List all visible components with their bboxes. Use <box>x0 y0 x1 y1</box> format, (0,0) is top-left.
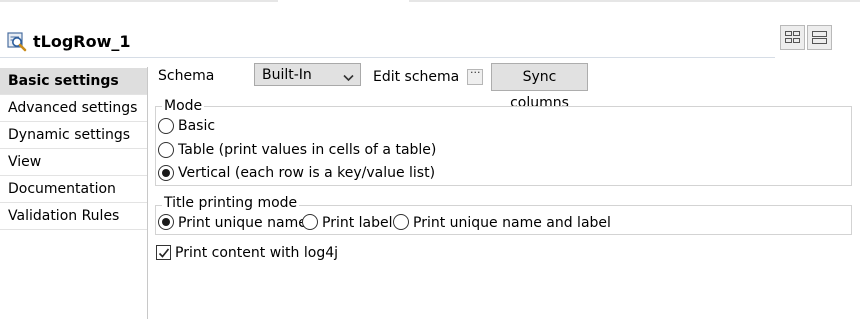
print-label-radio[interactable] <box>302 214 318 230</box>
sidebar-item-advanced-settings[interactable]: Advanced settings <box>0 95 147 122</box>
mode-table-label: Table (print values in cells of a table) <box>178 142 437 158</box>
print-label-label: Print label <box>322 215 393 231</box>
top-tab-strip <box>0 0 860 2</box>
radio-selected-dot <box>162 169 170 177</box>
mode-basic-label: Basic <box>178 118 216 134</box>
sidebar-item-dynamic-settings[interactable]: Dynamic settings <box>0 122 147 149</box>
checkmark-icon <box>158 248 170 258</box>
component-header: tLogRow_1 <box>0 28 775 58</box>
schema-select-value: Built-In <box>262 67 312 83</box>
edit-schema-label: Edit schema <box>373 69 460 85</box>
schema-label: Schema <box>158 68 215 84</box>
stack-layout-button[interactable] <box>807 25 832 50</box>
log-row-icon <box>6 31 28 53</box>
ellipsis-icon: ... <box>470 63 481 76</box>
print-unique-name-label: Print unique name <box>178 215 307 231</box>
mode-vertical-label: Vertical (each row is a key/value list) <box>178 165 436 181</box>
mode-table-radio[interactable] <box>158 142 174 158</box>
active-tab-gap <box>278 0 409 2</box>
print-unique-name-and-label-label: Print unique name and label <box>413 215 611 231</box>
sync-columns-button[interactable]: Sync columns <box>491 63 588 111</box>
stack-layout-icon <box>812 31 827 44</box>
print-unique-name-radio[interactable] <box>158 214 174 230</box>
schema-select[interactable]: Built-In <box>254 63 361 86</box>
sidebar-item-view[interactable]: View <box>0 149 147 176</box>
sidebar-item-validation-rules[interactable]: Validation Rules <box>0 203 147 230</box>
sidebar-item-basic-settings[interactable]: Basic settings <box>0 68 147 95</box>
log4j-checkbox[interactable] <box>156 245 171 260</box>
settings-sidebar: Basic settings Advanced settings Dynamic… <box>0 67 148 319</box>
component-title: tLogRow_1 <box>33 32 131 51</box>
grid-layout-icon <box>785 31 800 43</box>
mode-basic-radio[interactable] <box>158 118 174 134</box>
edit-schema-button[interactable]: ... <box>467 63 483 85</box>
mode-legend: Mode <box>162 97 205 115</box>
mode-vertical-radio[interactable] <box>158 165 174 181</box>
grid-layout-button[interactable] <box>780 25 805 50</box>
radio-selected-dot <box>162 218 170 226</box>
sidebar-item-documentation[interactable]: Documentation <box>0 176 147 203</box>
title-printing-legend: Title printing mode <box>162 194 300 212</box>
chevron-down-icon <box>343 70 354 86</box>
print-unique-name-and-label-radio[interactable] <box>393 214 409 230</box>
log4j-label: Print content with log4j <box>175 245 338 261</box>
